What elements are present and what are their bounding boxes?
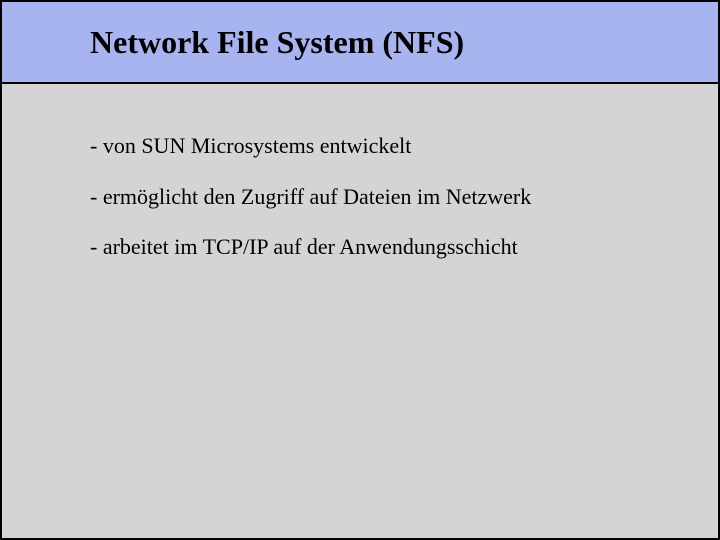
slide-body: - von SUN Microsystems entwickelt - ermö… bbox=[2, 84, 718, 262]
slide-title: Network File System (NFS) bbox=[90, 24, 464, 61]
bullet-item: - von SUN Microsystems entwickelt bbox=[90, 132, 718, 161]
slide: Network File System (NFS) - von SUN Micr… bbox=[0, 0, 720, 540]
title-bar: Network File System (NFS) bbox=[2, 2, 718, 84]
bullet-item: - arbeitet im TCP/IP auf der Anwendungss… bbox=[90, 233, 718, 262]
bullet-item: - ermöglicht den Zugriff auf Dateien im … bbox=[90, 183, 718, 212]
